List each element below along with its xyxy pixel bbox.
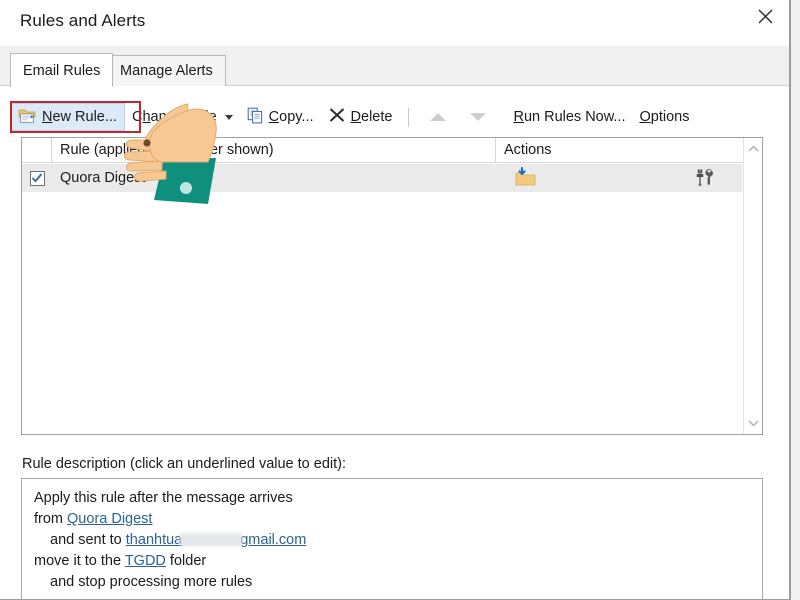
description-line-3-prefix: and sent to — [50, 532, 126, 548]
page-title: Rules and Alerts — [20, 11, 145, 31]
rules-list-scrollbar[interactable] — [743, 138, 762, 434]
change-rule-label: Change Rule — [132, 109, 217, 125]
move-rule-down-button[interactable] — [458, 103, 498, 131]
dialog-body: New Rule... Change Rule — [0, 86, 789, 600]
rules-and-alerts-dialog: Rules and Alerts Email Rules Manage Aler… — [0, 0, 791, 600]
description-line-5-text: and stop processing more rules — [50, 574, 252, 590]
move-rule-up-button[interactable] — [418, 103, 458, 131]
toolbar-separator — [408, 108, 409, 127]
scroll-up-button[interactable] — [744, 138, 763, 160]
new-rule-folder-icon — [18, 107, 37, 128]
rule-description-box: Apply this rule after the message arrive… — [21, 478, 763, 600]
description-from-link[interactable]: Quora Digest — [67, 511, 152, 527]
tab-manage-alerts-label: Manage Alerts — [120, 63, 213, 79]
description-line-4: move it to the TGDD folder — [34, 551, 750, 572]
close-icon — [757, 8, 774, 25]
checkmark-icon — [31, 172, 43, 184]
column-header-actions[interactable]: Actions — [496, 138, 762, 162]
copy-label: Copy... — [269, 109, 314, 125]
run-rules-now-button[interactable]: Run Rules Now... — [506, 103, 632, 131]
redacted-email-blur — [180, 533, 242, 546]
delete-label: Delete — [351, 109, 393, 125]
delete-button[interactable]: Delete — [321, 103, 400, 131]
close-button[interactable] — [743, 0, 787, 33]
copy-icon — [247, 107, 264, 128]
rule-enabled-checkbox[interactable] — [30, 171, 45, 186]
copy-button[interactable]: Copy... — [240, 103, 321, 131]
chevron-down-icon — [748, 414, 759, 432]
tab-manage-alerts[interactable]: Manage Alerts — [107, 55, 226, 86]
description-folder-link[interactable]: TGDD — [125, 553, 166, 569]
rule-actions-cell — [496, 164, 742, 192]
new-rule-label: New Rule... — [42, 109, 117, 125]
description-line-2: from Quora Digest — [34, 509, 750, 530]
rules-toolbar: New Rule... Change Rule — [0, 101, 770, 133]
options-button[interactable]: Options — [633, 103, 697, 131]
title-bar: Rules and Alerts — [0, 0, 789, 46]
new-rule-button[interactable]: New Rule... — [10, 103, 125, 131]
description-sent-to-visible: thanhtua — [126, 532, 182, 548]
options-label: Options — [640, 109, 690, 125]
screen-root: Rules and Alerts Email Rules Manage Aler… — [0, 0, 800, 600]
chevron-up-icon — [748, 140, 759, 158]
description-line-1: Apply this rule after the message arrive… — [34, 488, 750, 509]
tab-email-rules[interactable]: Email Rules — [10, 53, 113, 87]
chevron-down-icon — [225, 115, 233, 120]
move-to-folder-icon — [514, 167, 538, 193]
description-line-4-suffix: folder — [166, 553, 206, 569]
rule-name[interactable]: Quora Digest — [52, 170, 496, 186]
arrow-down-icon — [470, 113, 486, 121]
rules-list-header: Rule (applied in the order shown) Action… — [22, 138, 762, 163]
rule-enabled-checkbox-cell — [22, 171, 52, 186]
column-header-rule[interactable]: Rule (applied in the order shown) — [52, 138, 496, 162]
run-rules-now-label: Run Rules Now... — [513, 109, 625, 125]
rule-description-label: Rule description (click an underlined va… — [22, 456, 346, 472]
tab-email-rules-label: Email Rules — [23, 63, 100, 79]
table-row[interactable]: Quora Digest — [22, 164, 742, 192]
tab-strip: Email Rules Manage Alerts — [0, 46, 789, 86]
scroll-down-button[interactable] — [744, 412, 763, 434]
description-line-1-text: Apply this rule after the message arrive… — [34, 490, 293, 506]
change-rule-button[interactable]: Change Rule — [125, 103, 240, 131]
tools-icon — [694, 168, 716, 193]
description-line-2-prefix: from — [34, 511, 67, 527]
rules-list: Rule (applied in the order shown) Action… — [21, 137, 763, 435]
arrow-up-icon — [430, 113, 446, 121]
description-line-5: and stop processing more rules — [34, 572, 750, 593]
description-sent-to-suffix: gmail.com — [240, 532, 306, 548]
description-line-3: and sent to thanhtua gmail.com — [34, 530, 750, 551]
column-checkbox — [22, 138, 52, 162]
description-sent-to-link[interactable]: thanhtua gmail.com — [126, 532, 307, 548]
description-line-4-prefix: move it to the — [34, 553, 125, 569]
delete-x-icon — [328, 106, 346, 128]
